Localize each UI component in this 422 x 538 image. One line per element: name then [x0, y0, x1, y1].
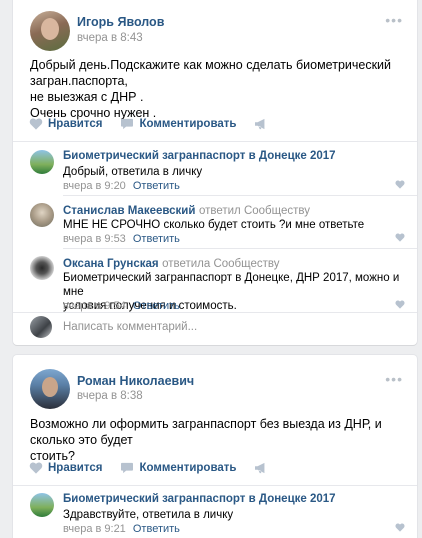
comment-meta: вчера в 9:20 Ответить [63, 180, 180, 192]
comment-header: Станислав Макеевский ответил Сообществу [63, 203, 310, 217]
share-button[interactable] [254, 462, 268, 474]
comment-avatar[interactable] [30, 150, 54, 174]
comment-author[interactable]: Станислав Макеевский [63, 205, 195, 217]
megaphone-icon [254, 118, 268, 130]
comment-text-line: Биометрический загранпаспорт в Донецке, … [63, 272, 400, 298]
current-user-avatar [30, 316, 52, 338]
post-date[interactable]: вчера в 8:43 [77, 32, 143, 44]
like-label: Нравится [48, 462, 103, 474]
more-options-icon[interactable]: ••• [385, 12, 403, 28]
post-actions: Нравится Комментировать [13, 109, 417, 139]
comment-time[interactable]: вчера в 9:54 [63, 300, 126, 312]
reply-link[interactable]: Ответить [133, 233, 180, 245]
comment-author[interactable]: Оксана Грунская [63, 258, 159, 270]
comment-time[interactable]: вчера в 9:21 [63, 523, 126, 535]
comment-meta: вчера в 9:53 Ответить [63, 233, 180, 245]
comment-author[interactable]: Биометрический загранпаспорт в Донецке 2… [63, 150, 336, 162]
comment-bubble-icon [120, 462, 134, 474]
post-card: Роман Николаевич вчера в 8:38 ••• Возмож… [13, 355, 417, 538]
post-date[interactable]: вчера в 8:38 [77, 390, 143, 402]
more-options-icon[interactable]: ••• [385, 371, 403, 387]
reply-link[interactable]: Ответить [133, 523, 180, 535]
comment-avatar[interactable] [30, 203, 54, 227]
reply-link[interactable]: Ответить [133, 180, 180, 192]
divider [63, 248, 417, 249]
divider [13, 485, 417, 486]
like-button[interactable]: Нравится [29, 462, 102, 474]
like-label: Нравится [48, 118, 103, 130]
comment-avatar[interactable] [30, 493, 54, 517]
comment-time[interactable]: вчера в 9:53 [63, 233, 126, 245]
comment-time[interactable]: вчера в 9:20 [63, 180, 126, 192]
megaphone-icon [254, 462, 268, 474]
post-text-line: Добрый день.Подскажите как можно сделать… [30, 58, 392, 88]
comment-label: Комментировать [139, 118, 237, 130]
author-avatar[interactable] [30, 369, 70, 409]
post-text-line: не выезжая с ДНР . [30, 90, 144, 104]
comment-like-icon[interactable] [395, 300, 405, 309]
post-actions: Нравится Комментировать [13, 453, 417, 483]
comment-header: Оксана Грунская ответила Сообществу [63, 256, 280, 270]
comment-author[interactable]: Биометрический загранпаспорт в Донецке 2… [63, 493, 336, 505]
post-author[interactable]: Роман Николаевич [77, 374, 194, 388]
comment-bubble-icon [120, 118, 134, 130]
comment-like-icon[interactable] [395, 233, 405, 242]
comment-text: МНЕ НЕ СРОЧНО сколько будет стоить ?и мн… [63, 219, 365, 231]
comment-label: Комментировать [139, 462, 237, 474]
reply-link[interactable]: Ответить [133, 300, 180, 312]
comment-text: Добрый, ответила в личку [63, 166, 203, 178]
comment-button[interactable]: Комментировать [120, 118, 236, 130]
comment-text: Здравствуйте, ответила в личку [63, 509, 234, 521]
divider [13, 312, 417, 313]
post-card: Игорь Яволов вчера в 8:43 ••• Добрый ден… [13, 0, 417, 345]
divider [13, 141, 417, 142]
comment-avatar[interactable] [30, 256, 54, 280]
comment-meta: вчера в 9:21 Ответить [63, 523, 180, 535]
comment-meta: вчера в 9:54 Ответить [63, 300, 180, 312]
comment-reply-to: ответила Сообществу [162, 258, 280, 270]
comment-like-icon[interactable] [395, 180, 405, 189]
divider [63, 195, 417, 196]
comment-button[interactable]: Комментировать [120, 462, 236, 474]
heart-icon [29, 462, 43, 474]
post-author[interactable]: Игорь Яволов [77, 15, 164, 29]
comment-reply-to: ответил Сообществу [198, 205, 310, 217]
share-button[interactable] [254, 118, 268, 130]
author-avatar[interactable] [30, 11, 70, 51]
like-button[interactable]: Нравится [29, 118, 102, 130]
post-text-line: Возможно ли оформить загранпаспорт без в… [30, 417, 382, 447]
comment-input[interactable]: Написать комментарий... [63, 321, 393, 333]
comment-like-icon[interactable] [395, 523, 405, 532]
heart-icon [29, 118, 43, 130]
